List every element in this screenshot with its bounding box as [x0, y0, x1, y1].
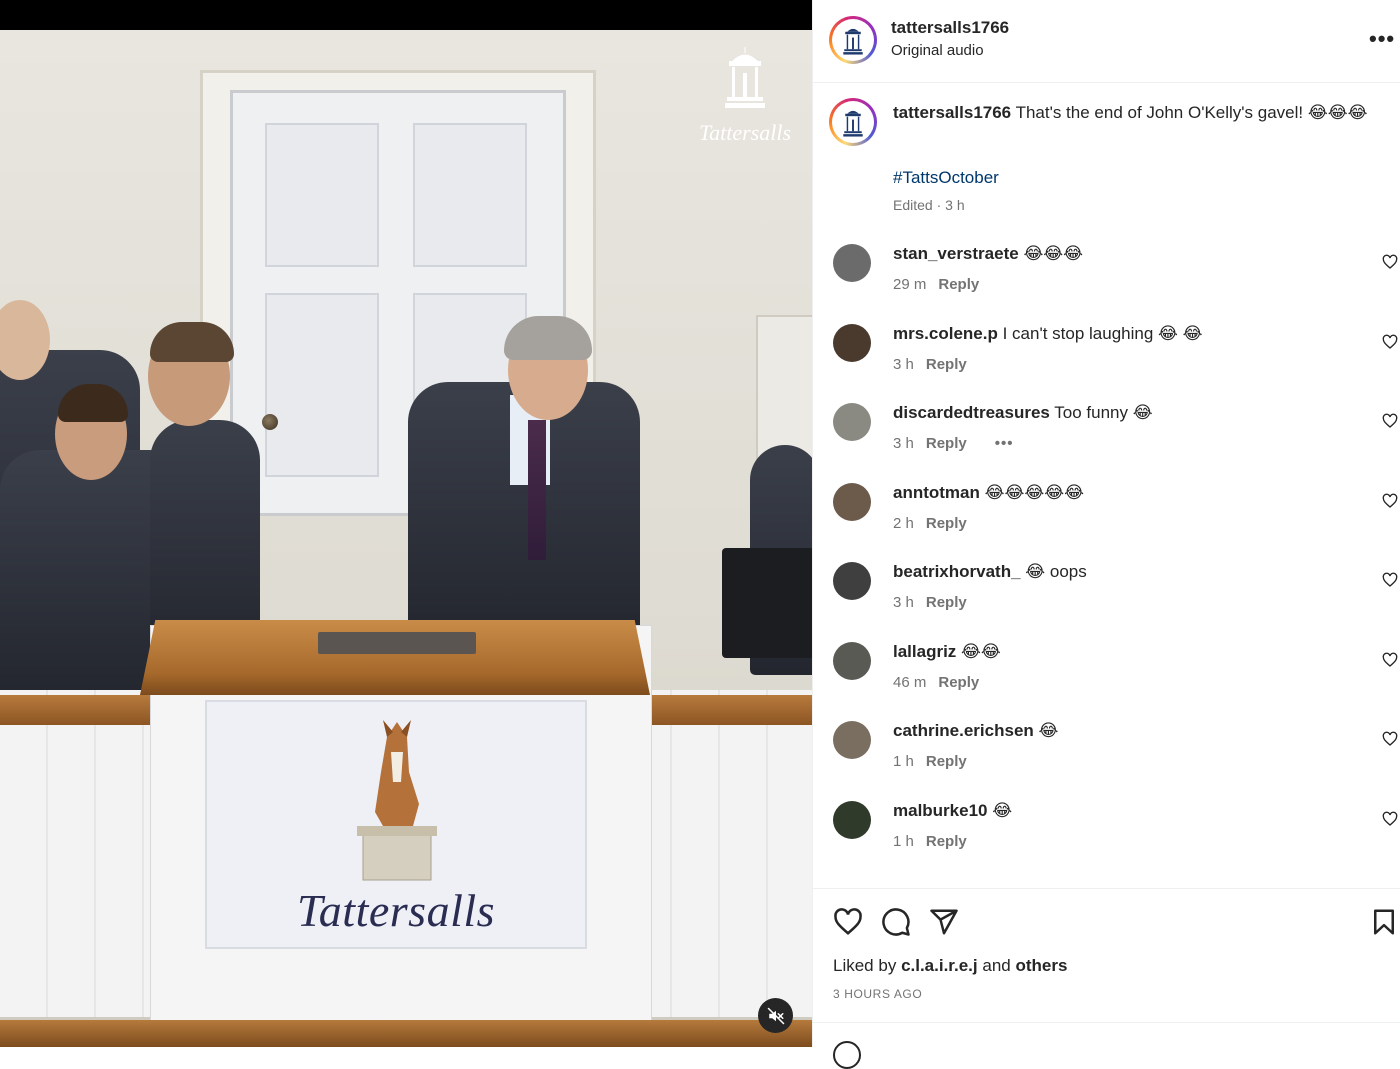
door-knob	[262, 414, 278, 430]
comment-username[interactable]: anntotman	[893, 483, 980, 502]
emoji-icon[interactable]	[833, 1041, 861, 1069]
comment-text: 😂	[1038, 721, 1059, 740]
comment-time: 3 h	[893, 594, 914, 611]
liked-and: and	[982, 956, 1011, 975]
fox-statue-icon	[357, 720, 437, 881]
reply-button[interactable]: Reply	[926, 594, 967, 611]
comment-time: 2 h	[893, 515, 914, 532]
comment-username[interactable]: stan_verstraete	[893, 244, 1019, 263]
computer-monitor	[722, 548, 812, 658]
comment-time: 1 h	[893, 753, 914, 770]
comment-username[interactable]: mrs.colene.p	[893, 324, 998, 343]
comment-time: 3 h	[893, 356, 914, 373]
avatar[interactable]	[833, 403, 871, 441]
comment-username[interactable]: lallagriz	[893, 642, 956, 661]
comment-text: Too funny 😂	[1054, 403, 1153, 422]
liked-by: Liked by c.l.a.i.r.e.j and others	[833, 956, 1067, 976]
avatar[interactable]	[833, 642, 871, 680]
heart-icon[interactable]	[1382, 652, 1398, 668]
post-header: tattersalls1766 Original audio •••	[813, 0, 1400, 83]
comment-text: 😂😂😂	[1023, 244, 1084, 263]
comment-text: 😂 oops	[1025, 562, 1087, 581]
comment-icon[interactable]	[881, 907, 911, 937]
comment-username[interactable]: malburke10	[893, 801, 988, 820]
comment-text: 😂	[992, 801, 1013, 820]
rotunda-logo-icon	[843, 28, 863, 55]
liked-others[interactable]: others	[1015, 956, 1067, 975]
speaker-muted-icon	[767, 1007, 784, 1024]
comment-time: 46 m	[893, 674, 927, 691]
bookmark-icon[interactable]	[1369, 907, 1399, 937]
audio-label[interactable]: Original audio	[891, 42, 984, 59]
tattersalls-sign: Tattersalls	[205, 700, 587, 949]
paper-plane-icon[interactable]	[929, 907, 959, 937]
comment-options-button[interactable]: •••	[995, 435, 1014, 452]
heart-icon[interactable]	[1382, 413, 1398, 429]
heart-icon[interactable]	[1382, 493, 1398, 509]
comment-username[interactable]: cathrine.erichsen	[893, 721, 1034, 740]
comment-item: lallagriz 😂😂 46 m Reply	[813, 636, 1400, 716]
heart-icon[interactable]	[1382, 254, 1398, 270]
comment-item: anntotman 😂😂😂😂😂 2 h Reply	[813, 477, 1400, 557]
comment-time: 29 m	[893, 276, 927, 293]
add-comment-bar	[813, 1022, 1400, 1069]
reply-button[interactable]: Reply	[926, 833, 967, 850]
avatar[interactable]	[833, 244, 871, 282]
post-panel: tattersalls1766 Original audio ••• tatte…	[812, 0, 1400, 1069]
comment-username[interactable]: discardedtreasures	[893, 403, 1050, 422]
more-horizontal-icon: •••	[1369, 26, 1396, 51]
rotunda-logo-icon	[725, 47, 765, 108]
sign-text: Tattersalls	[296, 885, 496, 936]
heart-icon[interactable]	[833, 907, 863, 937]
mute-button[interactable]	[758, 998, 793, 1033]
profile-avatar[interactable]	[829, 16, 877, 64]
comment-item: malburke10 😂 1 h Reply	[813, 795, 1400, 875]
post-caption: tattersalls1766 That's the end of John O…	[893, 102, 1383, 124]
heart-icon[interactable]	[1382, 334, 1398, 350]
comment-username[interactable]: beatrixhorvath_	[893, 562, 1021, 581]
liked-user[interactable]: c.l.a.i.r.e.j	[901, 956, 978, 975]
comment-item: discardedtreasures Too funny 😂 3 h Reply •…	[813, 397, 1400, 477]
bottom-rail	[0, 1020, 812, 1047]
reply-button[interactable]: Reply	[926, 356, 967, 373]
heart-icon[interactable]	[1382, 572, 1398, 588]
comment-time: 3 h	[893, 435, 914, 452]
hashtag-link[interactable]: #TattsOctober	[893, 168, 999, 188]
comment-item: beatrixhorvath_ 😂 oops 3 h Reply	[813, 556, 1400, 636]
reply-button[interactable]: Reply	[926, 753, 967, 770]
liked-prefix: Liked by	[833, 956, 897, 975]
comment-item: cathrine.erichsen 😂 1 h Reply	[813, 715, 1400, 795]
avatar[interactable]	[833, 562, 871, 600]
reply-button[interactable]: Reply	[938, 674, 979, 691]
heart-icon[interactable]	[1382, 731, 1398, 747]
watermark-text: Tattersalls	[698, 120, 792, 145]
avatar[interactable]	[833, 483, 871, 521]
gavel-block	[318, 632, 476, 654]
heart-icon[interactable]	[1382, 811, 1398, 827]
caption-username[interactable]: tattersalls1766	[893, 103, 1011, 122]
reply-button[interactable]: Reply	[926, 515, 967, 532]
avatar[interactable]	[833, 721, 871, 759]
comments-list[interactable]: stan_verstraete 😂😂😂 29 m Reply mrs.colene…	[813, 238, 1400, 886]
caption-avatar[interactable]	[829, 98, 877, 146]
comment-text: 😂😂	[961, 642, 1001, 661]
video-player[interactable]: Tattersalls Tattersalls	[0, 0, 812, 1047]
header-username[interactable]: tattersalls1766	[891, 18, 1009, 38]
comment-item: stan_verstraete 😂😂😂 29 m Reply	[813, 238, 1400, 318]
comment-text: I can't stop laughing 😂 😂	[1002, 324, 1203, 343]
rotunda-logo-icon	[843, 110, 863, 137]
caption-meta: Edited · 3 h	[893, 197, 965, 213]
post-actions: Liked by c.l.a.i.r.e.j and others 3 HOUR…	[813, 888, 1400, 1069]
avatar[interactable]	[833, 801, 871, 839]
comment-item: mrs.colene.p I can't stop laughing 😂 😂 3…	[813, 318, 1400, 398]
post-time[interactable]: 3 HOURS AGO	[833, 987, 922, 1001]
reply-button[interactable]: Reply	[926, 435, 967, 452]
comment-time: 1 h	[893, 833, 914, 850]
avatar[interactable]	[833, 324, 871, 362]
tattersalls-watermark: Tattersalls	[690, 45, 800, 146]
reply-button[interactable]: Reply	[938, 276, 979, 293]
comment-text: 😂😂😂😂😂	[984, 483, 1084, 502]
caption-text: That's the end of John O'Kelly's gavel! …	[1015, 103, 1368, 122]
more-options-button[interactable]: •••	[1369, 26, 1395, 52]
